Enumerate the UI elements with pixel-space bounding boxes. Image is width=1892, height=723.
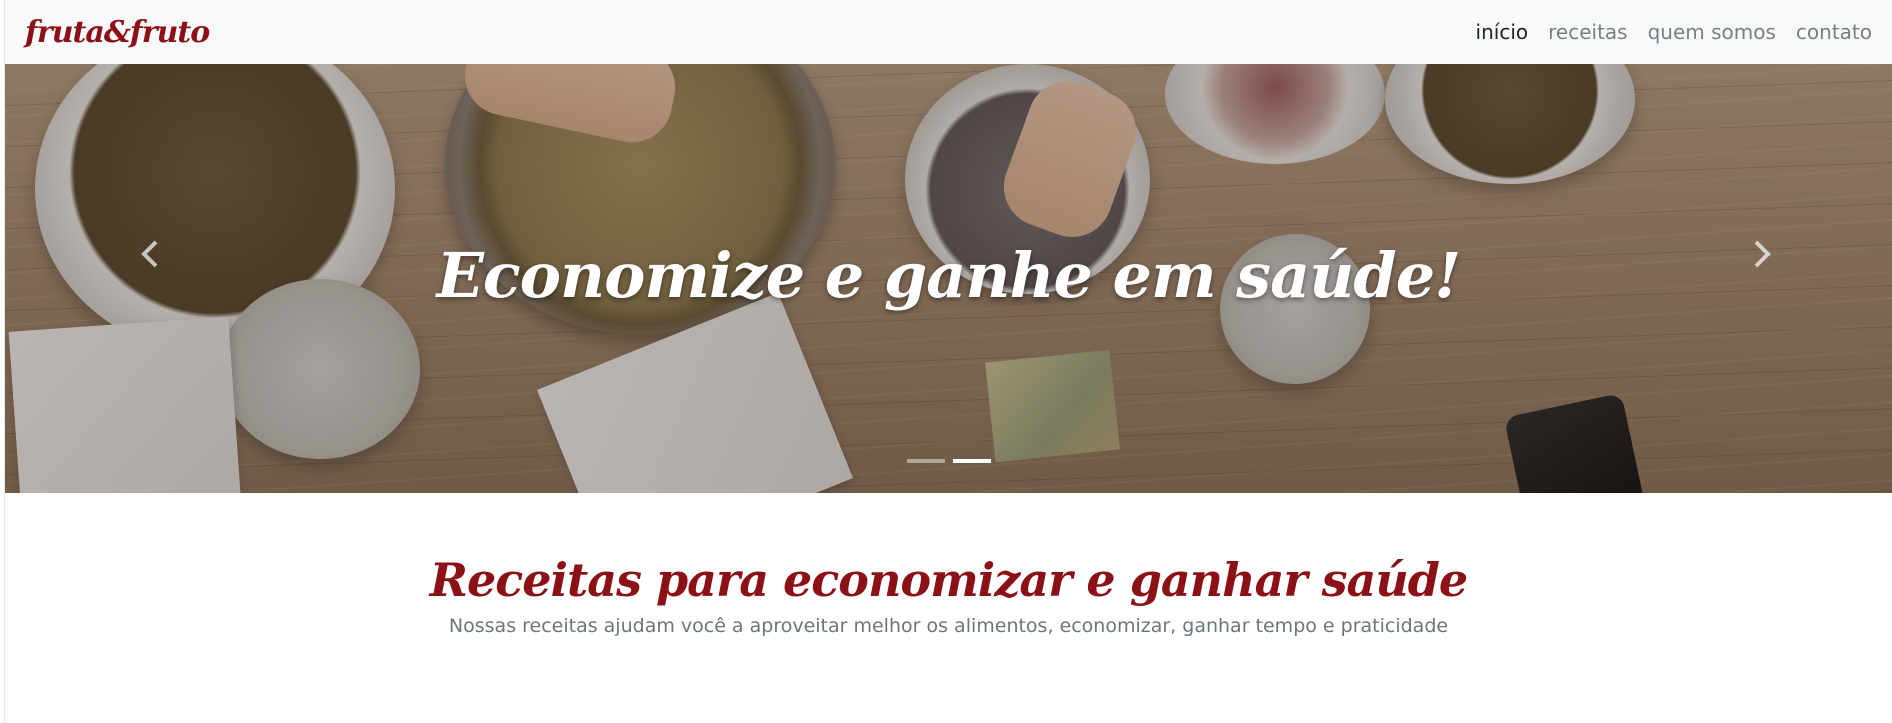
section-subtitle: Nossas receitas ajudam você a aproveitar… [448,615,1449,637]
nav-links: início receitas quem somos contato [1476,20,1872,44]
hero-carousel: Economize e ganhe em saúde! [5,64,1892,493]
navbar: fruta&fruto início receitas quem somos c… [5,0,1892,64]
brand-logo[interactable]: fruta&fruto [25,15,210,50]
carousel-indicators [5,459,1892,463]
nav-item-contato[interactable]: contato [1796,20,1872,44]
nav-item-inicio[interactable]: início [1476,20,1529,44]
recipes-intro-section: Receitas para economizar e ganhar saúde … [5,493,1892,723]
page: fruta&fruto início receitas quem somos c… [0,0,1892,723]
hero-caption: Economize e ganhe em saúde! [436,239,1462,312]
carousel-indicator-2[interactable] [952,459,991,463]
nav-item-receitas[interactable]: receitas [1548,20,1627,44]
nav-item-quem-somos[interactable]: quem somos [1648,20,1776,44]
carousel-indicator-1[interactable] [906,459,945,463]
section-title: Receitas para economizar e ganhar saúde [429,553,1468,607]
